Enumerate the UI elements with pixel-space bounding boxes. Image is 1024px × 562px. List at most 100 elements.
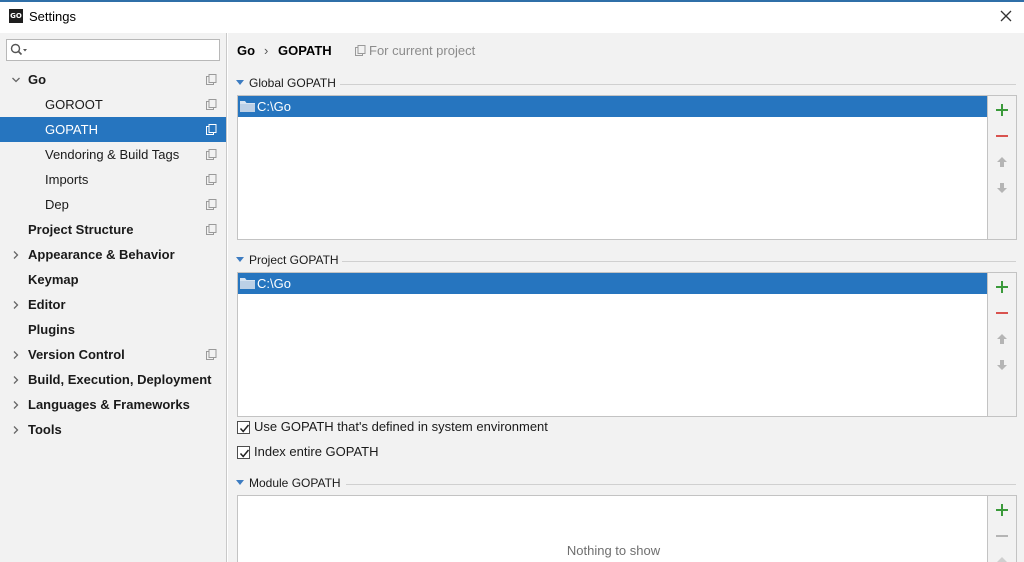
close-window-button[interactable] <box>996 6 1016 26</box>
window-title: Settings <box>29 9 76 24</box>
sidebar-item-label: Tools <box>28 422 62 437</box>
project-scope-icon <box>206 224 217 235</box>
project-gopath-header[interactable]: Project GOPATH <box>236 253 1016 269</box>
sidebar-item-label: Build, Execution, Deployment <box>28 372 212 387</box>
sidebar-item-label: Dep <box>45 197 69 212</box>
gopath-entry-text: C:\Go <box>257 99 291 114</box>
project-scope-icon <box>206 199 217 210</box>
sidebar-item-languages-frameworks[interactable]: Languages & Frameworks <box>0 392 226 417</box>
gopath-entry-text: C:\Go <box>257 276 291 291</box>
collapse-triangle-icon <box>236 257 244 262</box>
chevron-right-icon[interactable] <box>11 375 21 385</box>
chevron-right-icon[interactable] <box>11 300 21 310</box>
sidebar-item-project-structure[interactable]: Project Structure <box>0 217 226 242</box>
sidebar-item-go[interactable]: Go <box>0 67 226 92</box>
global-gopath-list[interactable]: C:\Go <box>237 95 1017 240</box>
sidebar-item-label: Languages & Frameworks <box>28 397 190 412</box>
sidebar-item-label: GOROOT <box>45 97 103 112</box>
project-scope-icon <box>355 45 366 56</box>
chevron-right-icon[interactable] <box>11 425 21 435</box>
sidebar-item-label: Keymap <box>28 272 79 287</box>
chevron-right-icon[interactable] <box>11 400 21 410</box>
list-item[interactable]: C:\Go <box>238 273 989 294</box>
section-divider <box>340 84 1016 85</box>
sidebar-item-keymap[interactable]: Keymap <box>0 267 226 292</box>
sidebar-item-label: Version Control <box>28 347 125 362</box>
project-scope-icon <box>206 349 217 360</box>
folder-icon <box>240 278 255 289</box>
goland-app-icon: GO <box>9 9 23 23</box>
collapse-triangle-icon <box>236 80 244 85</box>
module-gopath-toolbar <box>987 496 1016 562</box>
settings-sidebar: Go GOROOT GOPATH Vendoring & Build Tags Impo… <box>0 33 227 562</box>
sidebar-item-label: Editor <box>28 297 66 312</box>
module-gopath-header[interactable]: Module GOPATH <box>236 476 1016 492</box>
global-gopath-header[interactable]: Global GOPATH <box>236 76 1016 92</box>
use-system-gopath-checkbox[interactable]: Use GOPATH that's defined in system envi… <box>237 419 637 437</box>
sidebar-item-tools[interactable]: Tools <box>0 417 226 442</box>
collapse-triangle-icon <box>236 480 244 485</box>
remove-entry-button[interactable] <box>994 128 1010 144</box>
settings-search-input[interactable] <box>31 42 217 58</box>
sidebar-item-label: Vendoring & Build Tags <box>45 147 180 162</box>
scope-label: For current project <box>369 43 476 58</box>
settings-search-box[interactable] <box>6 39 220 61</box>
sidebar-item-dep[interactable]: Dep <box>0 192 226 217</box>
list-item[interactable]: C:\Go <box>238 96 989 117</box>
add-entry-button[interactable] <box>994 102 1010 118</box>
sidebar-item-version-control[interactable]: Version Control <box>0 342 226 367</box>
close-icon <box>1000 10 1012 22</box>
add-entry-button[interactable] <box>994 279 1010 295</box>
sidebar-item-appearance-behavior[interactable]: Appearance & Behavior <box>0 242 226 267</box>
chevron-right-icon[interactable] <box>11 350 21 360</box>
move-up-button[interactable] <box>994 554 1010 562</box>
breadcrumb-current: GOPATH <box>278 43 332 58</box>
module-gopath-list[interactable]: Nothing to show <box>237 495 1017 562</box>
breadcrumb-parent: Go <box>237 43 256 58</box>
global-gopath-toolbar <box>987 96 1016 239</box>
project-scope-icon <box>206 74 217 85</box>
search-icon <box>10 43 27 56</box>
project-scope-icon <box>206 99 217 110</box>
project-scope-icon <box>206 124 217 135</box>
project-scope-icon <box>206 174 217 185</box>
sidebar-item-goroot[interactable]: GOROOT <box>0 92 226 117</box>
sidebar-item-vendoring-build-tags[interactable]: Vendoring & Build Tags <box>0 142 226 167</box>
move-down-button[interactable] <box>994 357 1010 373</box>
chevron-right-icon[interactable] <box>11 250 21 260</box>
use-system-gopath-label: Use GOPATH that's defined in system envi… <box>254 419 548 434</box>
remove-entry-button[interactable] <box>994 528 1010 544</box>
module-gopath-title: Module GOPATH <box>249 476 341 490</box>
project-gopath-title: Project GOPATH <box>249 253 339 267</box>
move-up-button[interactable] <box>994 154 1010 170</box>
index-entire-gopath-label: Index entire GOPATH <box>254 444 379 459</box>
sidebar-item-label: Plugins <box>28 322 75 337</box>
project-scope-icon <box>206 149 217 160</box>
sidebar-item-label: Project Structure <box>28 222 134 237</box>
sidebar-item-plugins[interactable]: Plugins <box>0 317 226 342</box>
sidebar-item-gopath[interactable]: GOPATH <box>0 117 226 142</box>
sidebar-item-editor[interactable]: Editor <box>0 292 226 317</box>
checkbox-box[interactable] <box>237 446 250 459</box>
move-down-button[interactable] <box>994 180 1010 196</box>
section-divider <box>342 261 1016 262</box>
checkmark-icon <box>239 449 250 458</box>
sidebar-item-build-execution-deployment[interactable]: Build, Execution, Deployment <box>0 367 226 392</box>
move-up-button[interactable] <box>994 331 1010 347</box>
project-gopath-toolbar <box>987 273 1016 416</box>
global-gopath-title: Global GOPATH <box>249 76 336 90</box>
add-entry-button[interactable] <box>994 502 1010 518</box>
sidebar-item-imports[interactable]: Imports <box>0 167 226 192</box>
sidebar-item-label: Appearance & Behavior <box>28 247 175 262</box>
settings-tree: Go GOROOT GOPATH Vendoring & Build Tags Impo… <box>0 67 226 442</box>
index-entire-gopath-checkbox[interactable]: Index entire GOPATH <box>237 444 537 462</box>
chevron-down-icon[interactable] <box>11 75 21 85</box>
project-gopath-list[interactable]: C:\Go <box>237 272 1017 417</box>
sidebar-item-label: Go <box>28 72 47 87</box>
breadcrumb-separator: › <box>264 43 269 58</box>
sidebar-item-label: GOPATH <box>45 122 98 137</box>
checkbox-box[interactable] <box>237 421 250 434</box>
sidebar-item-label: Imports <box>45 172 89 187</box>
folder-icon <box>240 101 255 112</box>
remove-entry-button[interactable] <box>994 305 1010 321</box>
